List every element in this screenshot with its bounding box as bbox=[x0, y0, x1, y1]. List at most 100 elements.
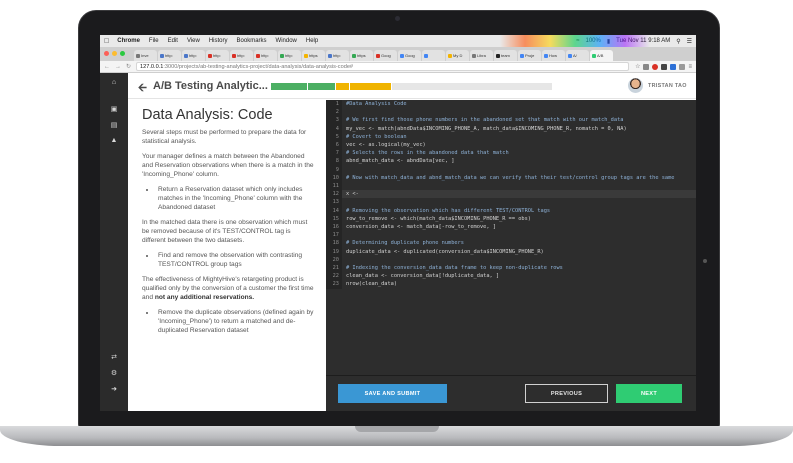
browser-tab[interactable]: My D bbox=[446, 50, 469, 61]
browser-tab[interactable]: http: bbox=[206, 50, 229, 61]
browser-tab[interactable]: Inve bbox=[134, 50, 157, 61]
home-icon[interactable]: ⌂ bbox=[100, 79, 128, 86]
line-number: 4 bbox=[326, 124, 342, 133]
back-arrow-icon[interactable]: 🡨 bbox=[138, 79, 147, 98]
close-window-icon[interactable] bbox=[104, 51, 109, 56]
browser-tab[interactable]: How bbox=[542, 50, 565, 61]
settings-icon[interactable]: ⚙ bbox=[100, 369, 128, 377]
extension-icon[interactable] bbox=[643, 63, 650, 70]
browser-tab[interactable]: Goog bbox=[398, 50, 421, 61]
progress-segment bbox=[349, 83, 393, 90]
avatar[interactable] bbox=[628, 78, 643, 93]
code-text: abnd_match_data <- abndData[vec, ] bbox=[346, 158, 455, 165]
extension-icon[interactable] bbox=[670, 63, 677, 70]
code-text: # Indexing the conversion_data data fram… bbox=[346, 265, 563, 272]
swap-icon[interactable]: ⇄ bbox=[100, 353, 128, 361]
project-title[interactable]: A/B Testing Analytic... bbox=[153, 80, 268, 92]
instruction-emphasis: not any additional reservations. bbox=[154, 294, 255, 301]
code-line: 21 # Indexing the conversion_data data fr… bbox=[326, 264, 696, 273]
tab-label: https bbox=[357, 53, 366, 58]
spotlight-icon[interactable]: ⚲ bbox=[676, 38, 680, 45]
browser-tab[interactable]: A/B bbox=[590, 50, 613, 61]
instruction-paragraph: The effectiveness of MightyHive's retarg… bbox=[142, 275, 316, 302]
tab-label: Libra bbox=[477, 53, 486, 58]
extension-icon[interactable] bbox=[652, 63, 659, 70]
menu-window[interactable]: Window bbox=[276, 38, 297, 44]
wifi-icon[interactable]: ≈ bbox=[576, 38, 579, 44]
browser-tab[interactable]: http: bbox=[158, 50, 181, 61]
browser-tab[interactable]: https bbox=[350, 50, 373, 61]
save-and-submit-button[interactable]: SAVE AND SUBMIT bbox=[338, 384, 447, 403]
zoom-window-icon[interactable] bbox=[120, 51, 125, 56]
browser-tab[interactable]: Proje bbox=[518, 50, 541, 61]
reload-icon[interactable]: ↻ bbox=[126, 63, 131, 70]
browser-tab[interactable]: Goog bbox=[374, 50, 397, 61]
browser-tab[interactable]: https bbox=[302, 50, 325, 61]
line-number: 23 bbox=[326, 280, 342, 289]
code-editor[interactable]: 1 #Data Analysis Code 2 3 # We first find th… bbox=[326, 100, 696, 375]
book-icon[interactable]: ▤ bbox=[100, 121, 128, 129]
browser-tab[interactable] bbox=[422, 50, 445, 61]
code-text: # Covert to boolean bbox=[346, 133, 407, 140]
browser-tab[interactable]: http: bbox=[326, 50, 349, 61]
minimize-window-icon[interactable] bbox=[112, 51, 117, 56]
apple-icon[interactable]:  bbox=[104, 38, 109, 45]
code-line: 19 duplicate_data <- duplicated(conversio… bbox=[326, 247, 696, 256]
menu-icon[interactable]: ≡ bbox=[688, 64, 692, 70]
code-line: 8 abnd_match_data <- abndData[vec, ] bbox=[326, 157, 696, 166]
code-line: 17 bbox=[326, 231, 696, 240]
favicon-icon bbox=[232, 53, 236, 58]
extension-icon[interactable] bbox=[661, 63, 668, 70]
tab-label: https bbox=[309, 53, 318, 58]
code-line: 23 nrow(clean_data) bbox=[326, 280, 696, 289]
line-number: 13 bbox=[326, 198, 342, 207]
next-button[interactable]: NEXT bbox=[616, 384, 682, 403]
line-number: 11 bbox=[326, 182, 342, 191]
menu-history[interactable]: History bbox=[209, 38, 228, 44]
back-icon[interactable]: ← bbox=[104, 64, 110, 70]
menu-app-name[interactable]: Chrome bbox=[117, 38, 140, 44]
tab-label: http: bbox=[237, 53, 245, 58]
progress-segment bbox=[335, 83, 350, 90]
favicon-icon bbox=[352, 53, 356, 58]
instruction-list: Remove the duplicate observations (defin… bbox=[156, 308, 316, 335]
webcam bbox=[395, 16, 400, 21]
menu-file[interactable]: File bbox=[149, 38, 159, 44]
editor-footer: SAVE AND SUBMIT PREVIOUS NEXT bbox=[326, 375, 696, 411]
line-number: 8 bbox=[326, 157, 342, 166]
line-number: 3 bbox=[326, 116, 342, 125]
menu-edit[interactable]: Edit bbox=[168, 38, 178, 44]
forward-icon[interactable]: → bbox=[115, 64, 121, 70]
battery-icon[interactable]: ▮ bbox=[607, 38, 610, 45]
browser-tab[interactable]: http: bbox=[254, 50, 277, 61]
logout-icon[interactable]: ➜ bbox=[100, 385, 128, 393]
line-number: 22 bbox=[326, 272, 342, 281]
browser-tab[interactable]: http: bbox=[182, 50, 205, 61]
graduation-cap-icon[interactable]: ▲ bbox=[100, 137, 128, 144]
menu-view[interactable]: View bbox=[187, 38, 200, 44]
extension-icon[interactable] bbox=[679, 63, 686, 70]
clock[interactable]: Tue Nov 11 9:18 AM bbox=[616, 38, 670, 44]
browser-tab[interactable]: A/ bbox=[566, 50, 589, 61]
menu-help[interactable]: Help bbox=[306, 38, 318, 44]
line-number: 1 bbox=[326, 100, 342, 109]
laptop-frame:  Chrome File Edit View History Bookmark… bbox=[0, 0, 793, 463]
user-name[interactable]: TRISTAN TAO bbox=[648, 83, 687, 89]
previous-button[interactable]: PREVIOUS bbox=[525, 384, 608, 403]
tab-label: http: bbox=[165, 53, 173, 58]
progress-segment bbox=[392, 83, 553, 90]
bookmark-star-icon[interactable]: ☆ bbox=[635, 63, 640, 70]
browser-tab[interactable]: http: bbox=[278, 50, 301, 61]
tab-label: How bbox=[549, 53, 558, 58]
url-bar[interactable]: 127.0.0.1:3000/projects/ab-testing-analy… bbox=[136, 62, 630, 71]
browser-tab[interactable]: Libra bbox=[470, 50, 493, 61]
menu-bookmarks[interactable]: Bookmarks bbox=[237, 38, 267, 44]
browser-tab[interactable]: team bbox=[494, 50, 517, 61]
browser-tab[interactable]: http: bbox=[230, 50, 253, 61]
briefcase-icon[interactable]: ▣ bbox=[100, 105, 128, 113]
notifications-icon[interactable]: ☰ bbox=[687, 38, 692, 45]
app: ⌂ ▣ ▤ ▲ ⇄ ⚙ ➜ 🡨 A/B Testing Analytic... … bbox=[100, 73, 696, 411]
